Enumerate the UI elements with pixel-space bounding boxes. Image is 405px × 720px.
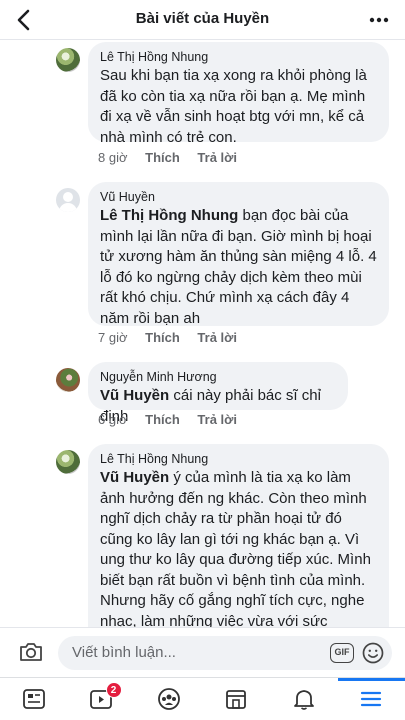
comment-meta: 8 giờ Thích Trả lời (98, 150, 251, 165)
top-bar: Bài viết của Huyền (0, 0, 405, 40)
notification-badge: 2 (105, 682, 122, 698)
comment-bubble: Lê Thị Hồng Nhung Sau khi bạn tia xạ xon… (88, 42, 389, 146)
comment-bubble: Nguyễn Minh Hương Vũ Huyền cái này phải … (88, 362, 348, 425)
emoji-icon[interactable] (362, 642, 384, 664)
comment-meta: 6 giờ Thích Trả lời (98, 412, 251, 427)
comment-time: 7 giờ (98, 330, 128, 345)
avatar[interactable] (56, 48, 80, 72)
tab-watch[interactable]: 2 (68, 678, 136, 720)
comment-bubble: Vũ Huyền Lê Thị Hồng Nhung bạn đọc bài c… (88, 182, 389, 327)
tab-menu[interactable] (337, 678, 405, 720)
groups-icon (157, 688, 180, 710)
comment-text: Lê Thị Hồng Nhung bạn đọc bài của mình l… (100, 207, 377, 327)
camera-icon[interactable] (18, 640, 44, 664)
comment-text: Sau khi bạn tia xạ xong ra khỏi phòng là… (100, 67, 367, 146)
comment-time: 6 giờ (98, 412, 128, 427)
tab-news-feed[interactable] (0, 678, 68, 720)
reply-button[interactable]: Trả lời (197, 330, 237, 345)
reply-button[interactable]: Trả lời (197, 150, 237, 165)
comment-meta: 7 giờ Thích Trả lời (98, 330, 251, 345)
bottom-tab-bar: 2 (0, 677, 405, 720)
comments-thread: Lê Thị Hồng Nhung Sau khi bạn tia xạ xon… (0, 40, 405, 627)
reply-button[interactable]: Trả lời (197, 412, 237, 427)
page-title: Bài viết của Huyền (135, 10, 270, 27)
comment-author[interactable]: Nguyễn Minh Hương (100, 370, 336, 384)
mention-link[interactable]: Vũ Huyền (100, 387, 169, 404)
mention-link[interactable]: Vũ Huyền (100, 469, 169, 486)
like-button[interactable]: Thích (145, 330, 180, 345)
menu-icon (361, 691, 382, 707)
comment-bubble: Lê Thị Hồng Nhung Vũ Huyền ý của mình là… (88, 444, 389, 627)
gif-icon[interactable]: GIF (330, 643, 354, 663)
tab-marketplace[interactable] (203, 678, 271, 720)
comment-author[interactable]: Vũ Huyền (100, 190, 377, 204)
avatar[interactable] (56, 368, 80, 392)
marketplace-icon (226, 690, 247, 709)
tab-notifications[interactable] (270, 678, 338, 720)
bell-icon (293, 690, 314, 710)
comment-author[interactable]: Lê Thị Hồng Nhung (100, 50, 377, 64)
comment-time: 8 giờ (98, 150, 128, 165)
like-button[interactable]: Thích (145, 412, 180, 427)
like-button[interactable]: Thích (145, 150, 180, 165)
comment-composer: Viết bình luận... GIF (0, 627, 405, 677)
comment-author[interactable]: Lê Thị Hồng Nhung (100, 452, 377, 466)
comment-placeholder: Viết bình luận... (72, 644, 176, 661)
more-horizontal-icon[interactable] (367, 10, 391, 30)
news-feed-icon (22, 689, 45, 709)
tab-groups[interactable] (135, 678, 203, 720)
avatar[interactable] (56, 450, 80, 474)
comment-text: Vũ Huyền ý của mình là tia xạ ko làm ảnh… (100, 469, 371, 627)
mention-link[interactable]: Lê Thị Hồng Nhung (100, 207, 238, 224)
avatar[interactable] (56, 188, 80, 212)
comment-input[interactable]: Viết bình luận... GIF (58, 636, 392, 670)
